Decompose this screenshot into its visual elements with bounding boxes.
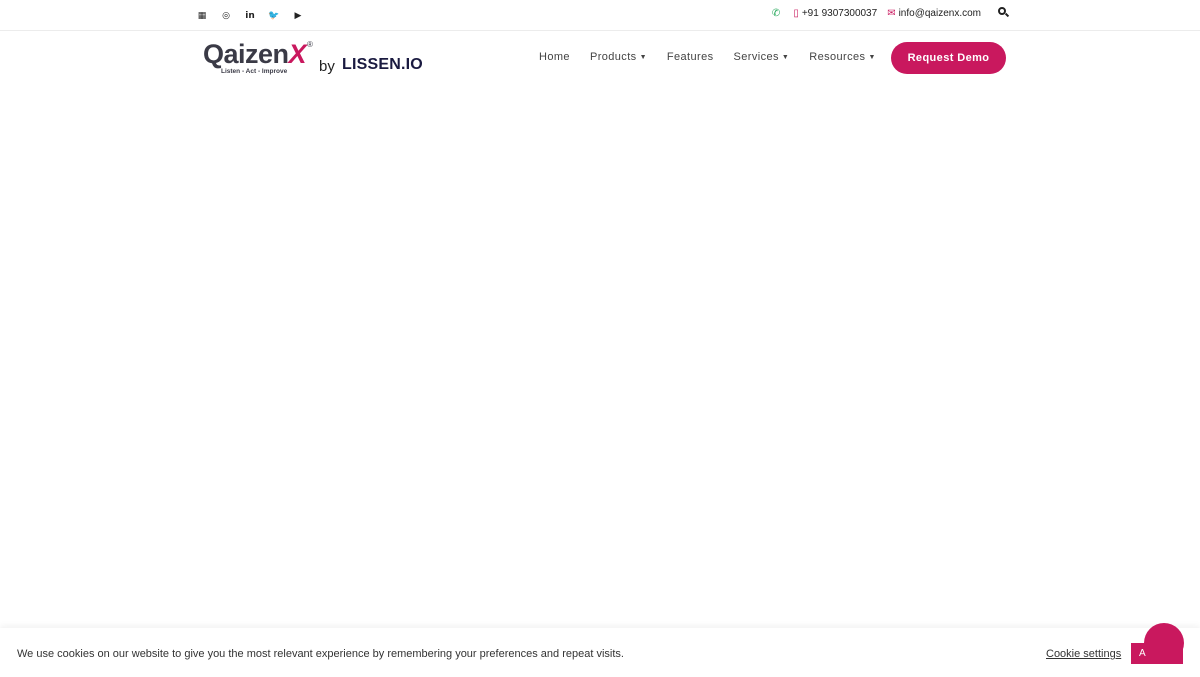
chevron-down-icon: ▼ — [868, 53, 876, 61]
chevron-down-icon: ▼ — [781, 53, 790, 61]
chat-launcher-button[interactable] — [1144, 623, 1184, 663]
nav-services[interactable]: Services ▼ — [734, 51, 790, 63]
qr-code-icon[interactable]: ▦ — [190, 8, 214, 23]
youtube-icon[interactable]: ▶ — [286, 8, 310, 23]
main-nav: Home Products ▼ Features Services ▼ Resour… — [539, 51, 896, 63]
contact-info: ✆ ▯ +91 9307300037 ✉ info@qaizenx.com — [762, 7, 1010, 19]
request-demo-button[interactable]: Request Demo — [891, 42, 1006, 74]
social-links: ▦ ◎ in 🐦 ▶ — [190, 8, 310, 23]
top-bar: ▦ ◎ in 🐦 ▶ ✆ ▯ +91 9307300037 ✉ info@qai… — [0, 0, 1200, 31]
nav-resources[interactable]: Resources ▼ — [809, 51, 876, 63]
nav-home[interactable]: Home — [539, 51, 570, 63]
cookie-banner: We use cookies on our website to give yo… — [0, 628, 1200, 677]
search-icon[interactable] — [998, 7, 1010, 19]
mobile-icon: ▯ — [793, 7, 799, 19]
email-address: info@qaizenx.com — [898, 7, 981, 19]
whatsapp-icon: ✆ — [771, 7, 781, 19]
chevron-down-icon: ▼ — [639, 53, 647, 61]
cookie-message: We use cookies on our website to give yo… — [17, 648, 624, 660]
cookie-settings-link[interactable]: Cookie settings — [1046, 648, 1121, 660]
envelope-icon: ✉ — [887, 7, 896, 19]
linkedin-icon[interactable]: in — [238, 8, 262, 23]
site-header: QaizenX ® Listen - Act - Improve by LISS… — [0, 31, 1200, 89]
whatsapp-link[interactable]: ✆ — [772, 8, 783, 19]
logo-by: by — [319, 58, 335, 75]
logo-tagline: Listen - Act - Improve — [221, 68, 288, 75]
logo[interactable]: QaizenX ® Listen - Act - Improve by LISS… — [203, 39, 423, 81]
parent-brand: LISSEN.IO — [342, 56, 423, 73]
instagram-icon[interactable]: ◎ — [214, 8, 238, 23]
phone-link[interactable]: ▯ +91 9307300037 — [793, 8, 877, 19]
email-link[interactable]: ✉ info@qaizenx.com — [887, 8, 981, 19]
nav-products[interactable]: Products ▼ — [590, 51, 647, 63]
phone-number: +91 9307300037 — [801, 7, 878, 19]
registered-mark: ® — [307, 40, 313, 49]
twitter-icon[interactable]: 🐦 — [262, 8, 286, 23]
nav-features[interactable]: Features — [667, 51, 714, 63]
logo-wordmark: QaizenX — [203, 39, 307, 69]
